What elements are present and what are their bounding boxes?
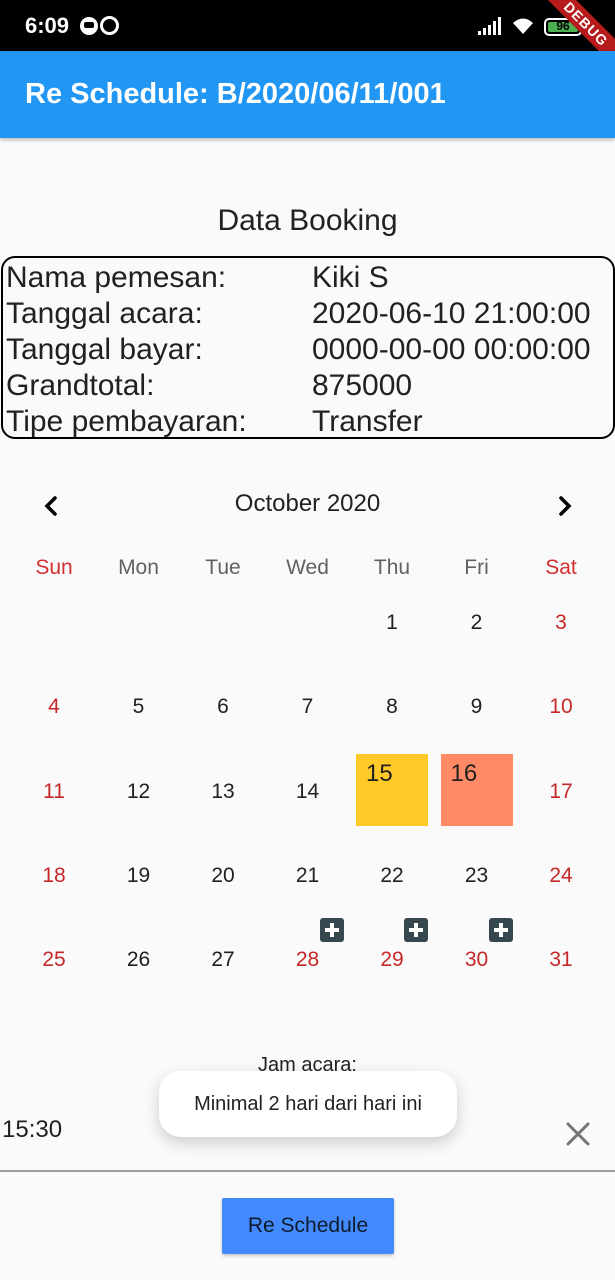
calendar-day-29[interactable]: 29 bbox=[350, 945, 434, 975]
wifi-icon bbox=[513, 18, 533, 34]
booking-value: Transfer bbox=[312, 405, 423, 438]
weekday-sat: Sat bbox=[545, 556, 577, 579]
add-event-icon[interactable] bbox=[404, 918, 428, 942]
calendar-day-20[interactable]: 20 bbox=[181, 861, 265, 891]
weekday-tue: Tue bbox=[205, 556, 241, 579]
reschedule-button[interactable]: Re Schedule bbox=[222, 1198, 394, 1254]
navigation-icon bbox=[100, 16, 119, 35]
calendar-day-label: 15 bbox=[366, 760, 393, 787]
calendar-header: October 2020 bbox=[0, 486, 615, 526]
weekday-wed: Wed bbox=[286, 556, 329, 579]
booking-label: Tanggal bayar: bbox=[6, 333, 203, 366]
add-event-icon[interactable] bbox=[488, 918, 513, 942]
calendar-day-18[interactable]: 18 bbox=[12, 861, 96, 891]
line-app-icon bbox=[80, 17, 98, 35]
calendar-day-30[interactable]: 30 bbox=[435, 945, 519, 975]
toast-message: Minimal 2 hari dari hari ini bbox=[159, 1071, 457, 1137]
app-bar: Re Schedule: B/2020/06/11/001 bbox=[0, 51, 615, 138]
calendar-day-4[interactable]: 4 bbox=[12, 692, 96, 722]
calendar-day-23[interactable]: 23 bbox=[435, 861, 519, 891]
calendar-day-label: 16 bbox=[450, 760, 478, 787]
calendar-day-12[interactable]: 12 bbox=[97, 777, 181, 807]
calendar-day-25[interactable]: 25 bbox=[12, 945, 96, 975]
booking-value: 875000 bbox=[312, 369, 413, 402]
weekday-thu: Thu bbox=[373, 556, 411, 579]
calendar-month-title: October 2020 bbox=[234, 490, 381, 517]
booking-section-title: Data Booking bbox=[217, 204, 398, 237]
calendar-day-2[interactable]: 2 bbox=[435, 608, 519, 638]
calendar-day-13[interactable]: 13 bbox=[181, 777, 265, 807]
page-title: Re Schedule: B/2020/06/11/001 bbox=[25, 78, 446, 110]
calendar-day-19[interactable]: 19 bbox=[97, 861, 181, 891]
weekday-sun: Sun bbox=[35, 556, 73, 579]
chevron-right-icon[interactable] bbox=[550, 488, 580, 524]
calendar-day-24[interactable]: 24 bbox=[519, 861, 603, 891]
calendar-day-8[interactable]: 8 bbox=[350, 692, 434, 722]
calendar-day-14[interactable]: 14 bbox=[266, 777, 350, 807]
calendar-day-11[interactable]: 11 bbox=[12, 777, 96, 807]
booking-label: Tipe pembayaran: bbox=[6, 405, 247, 438]
calendar-day-1[interactable]: 1 bbox=[350, 608, 434, 638]
calendar-event-day-16[interactable]: 16 bbox=[440, 754, 513, 826]
calendar-day-28[interactable]: 28 bbox=[266, 945, 350, 975]
time-value[interactable]: 15:30 bbox=[2, 1116, 62, 1144]
booking-value: 2020-06-10 21:00:00 bbox=[312, 297, 591, 330]
calendar-day-5[interactable]: 5 bbox=[97, 692, 181, 722]
calendar-day-9[interactable]: 9 bbox=[435, 692, 519, 722]
calendar-day-7[interactable]: 7 bbox=[266, 692, 350, 722]
status-time: 6:09 bbox=[25, 13, 70, 38]
calendar-day-21[interactable]: 21 bbox=[266, 861, 350, 891]
weekday-mon: Mon bbox=[118, 556, 159, 579]
calendar-day-26[interactable]: 26 bbox=[97, 945, 181, 975]
signal-icon bbox=[478, 17, 501, 35]
calendar-day-27[interactable]: 27 bbox=[181, 945, 265, 975]
add-event-icon[interactable] bbox=[319, 918, 344, 942]
calendar-day-31[interactable]: 31 bbox=[519, 945, 603, 975]
booking-label: Tanggal acara: bbox=[6, 297, 203, 330]
calendar-day-10[interactable]: 10 bbox=[519, 692, 603, 722]
booking-value: Kiki S bbox=[312, 261, 389, 294]
calendar-day-3[interactable]: 3 bbox=[519, 608, 603, 638]
calendar-day-22[interactable]: 22 bbox=[350, 861, 434, 891]
status-bar: 6:09 96 DEBUG bbox=[0, 0, 615, 78]
bottom-action-bar: Re Schedule bbox=[0, 1174, 615, 1280]
booking-details-card: Nama pemesan: Kiki S Tanggal acara: 2020… bbox=[1, 256, 615, 439]
booking-label: Grandtotal: bbox=[6, 369, 155, 402]
calendar-day-17[interactable]: 17 bbox=[519, 777, 603, 807]
booking-value: 0000-00-00 00:00:00 bbox=[312, 333, 591, 366]
booking-label: Nama pemesan: bbox=[6, 261, 227, 294]
weekday-fri: Fri bbox=[464, 556, 489, 579]
close-icon[interactable] bbox=[564, 1120, 592, 1148]
calendar-event-day-15[interactable]: 15 bbox=[356, 754, 428, 826]
calendar-day-6[interactable]: 6 bbox=[181, 692, 265, 722]
